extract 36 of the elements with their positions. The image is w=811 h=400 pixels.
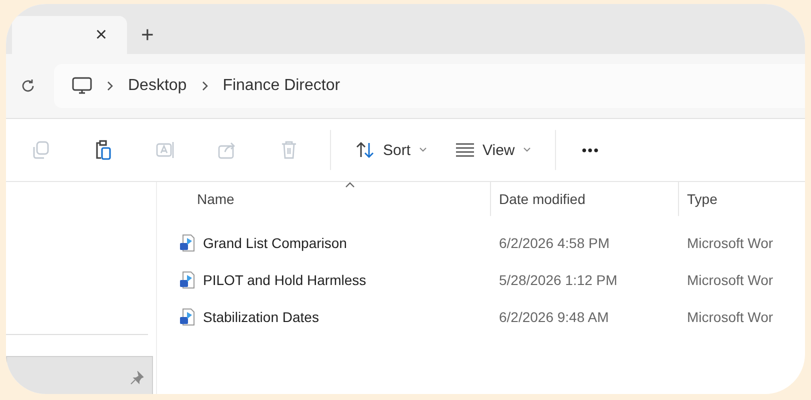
- lines-icon: [454, 143, 475, 157]
- file-name[interactable]: PILOT and Hold Harmless: [203, 272, 366, 288]
- date-cell: 6/2/2026 4:58 PM: [499, 234, 610, 250]
- pin-icon: [130, 371, 144, 385]
- file-name[interactable]: Grand List Comparison: [203, 234, 347, 250]
- navigation-item[interactable]: [6, 356, 153, 394]
- computer-icon: [72, 77, 92, 95]
- type-cell: Microsoft Wor: [687, 234, 774, 250]
- date-cell: 6/2/2026 9:48 AM: [499, 308, 609, 324]
- column-header[interactable]: Type: [687, 191, 718, 207]
- toolbar-menu-button[interactable]: Sort: [341, 141, 441, 159]
- type-cell: Microsoft Wor: [687, 272, 774, 288]
- document-icon: [179, 270, 195, 288]
- chevron-icon: [106, 81, 114, 91]
- column-header[interactable]: Date modified: [499, 191, 586, 207]
- column-header[interactable]: Name: [197, 191, 234, 207]
- more-options-button[interactable]: •••: [566, 142, 616, 158]
- document-icon: [179, 234, 195, 252]
- browser-tab[interactable]: ×: [12, 16, 127, 54]
- breadcrumb-item[interactable]: Finance Director: [222, 77, 340, 95]
- breadcrumb-item[interactable]: Desktop: [128, 77, 187, 95]
- chevron-icon: [200, 81, 209, 91]
- date-cell: 5/28/2026 1:12 PM: [499, 272, 618, 288]
- sort-arrows-icon: [355, 141, 375, 159]
- sort-caret-icon: [345, 182, 355, 188]
- document-icon: [179, 308, 195, 326]
- close-tab-button[interactable]: ×: [95, 24, 107, 46]
- type-cell: Microsoft Wor: [687, 308, 774, 324]
- new-tab-button[interactable]: +: [141, 22, 154, 48]
- toolbar-menu-button[interactable]: View: [440, 142, 545, 158]
- caret-icon: [522, 147, 531, 153]
- caret-icon: [418, 147, 427, 153]
- rename-icon: [154, 139, 176, 161]
- refresh-icon[interactable]: [20, 78, 36, 94]
- address-bar[interactable]: Desktop Finance Director: [54, 64, 805, 108]
- file-name[interactable]: Stabilization Dates: [203, 308, 319, 324]
